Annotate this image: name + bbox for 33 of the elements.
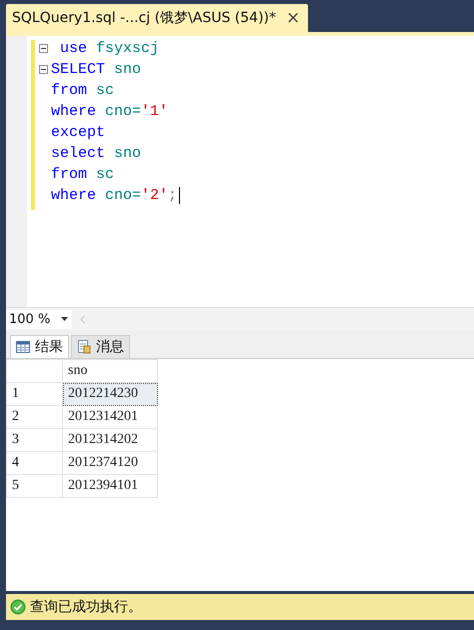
document-tab[interactable]: SQLQuery1.sql -...cj (饿梦\ASUS (54))* × (6, 4, 308, 32)
code-line: from sc (51, 82, 114, 99)
zoom-dropdown[interactable]: 100 % (6, 310, 72, 328)
code-line: where cno='1' (51, 103, 168, 120)
document-icon (77, 340, 91, 354)
row-number: 4 (6, 452, 62, 474)
table-cell[interactable]: 2012214230 (62, 382, 158, 406)
grid-icon (16, 340, 30, 354)
tab-title: SQLQuery1.sql -...cj (饿梦\ASUS (54))* (12, 9, 276, 27)
status-message: 查询已成功执行。 (30, 598, 142, 616)
result-tab[interactable]: 消息 (71, 335, 130, 358)
code-line: where cno='2'; (51, 187, 178, 204)
code-editor[interactable]: use fsyxscj SELECT sno from sc where cno='1' except select sno from sc where cno='2'; (6, 32, 474, 307)
row-number: 2 (6, 406, 62, 428)
column-header: sno (62, 360, 158, 382)
row-number: 5 (6, 474, 62, 498)
table-cell[interactable]: 2012374120 (62, 452, 158, 474)
table-cell[interactable]: 2012394101 (62, 474, 158, 498)
corner-cell (6, 360, 62, 382)
code-line: select sno (51, 145, 142, 162)
code-line: SELECT sno (51, 61, 142, 78)
code-line: from sc (51, 166, 114, 183)
code-line: use fsyxscj (59, 40, 160, 57)
scroll-left-icon (80, 314, 86, 324)
table-cell[interactable]: 2012314201 (62, 406, 158, 428)
close-button[interactable]: × (286, 8, 300, 28)
row-number: 3 (6, 428, 62, 452)
code-line: except (51, 124, 106, 141)
table-cell[interactable]: 2012314202 (62, 428, 158, 452)
result-tab[interactable]: 结果 (10, 335, 69, 358)
row-number: 1 (6, 382, 62, 406)
check-circle-icon (10, 599, 26, 615)
caret-icon (61, 317, 68, 321)
